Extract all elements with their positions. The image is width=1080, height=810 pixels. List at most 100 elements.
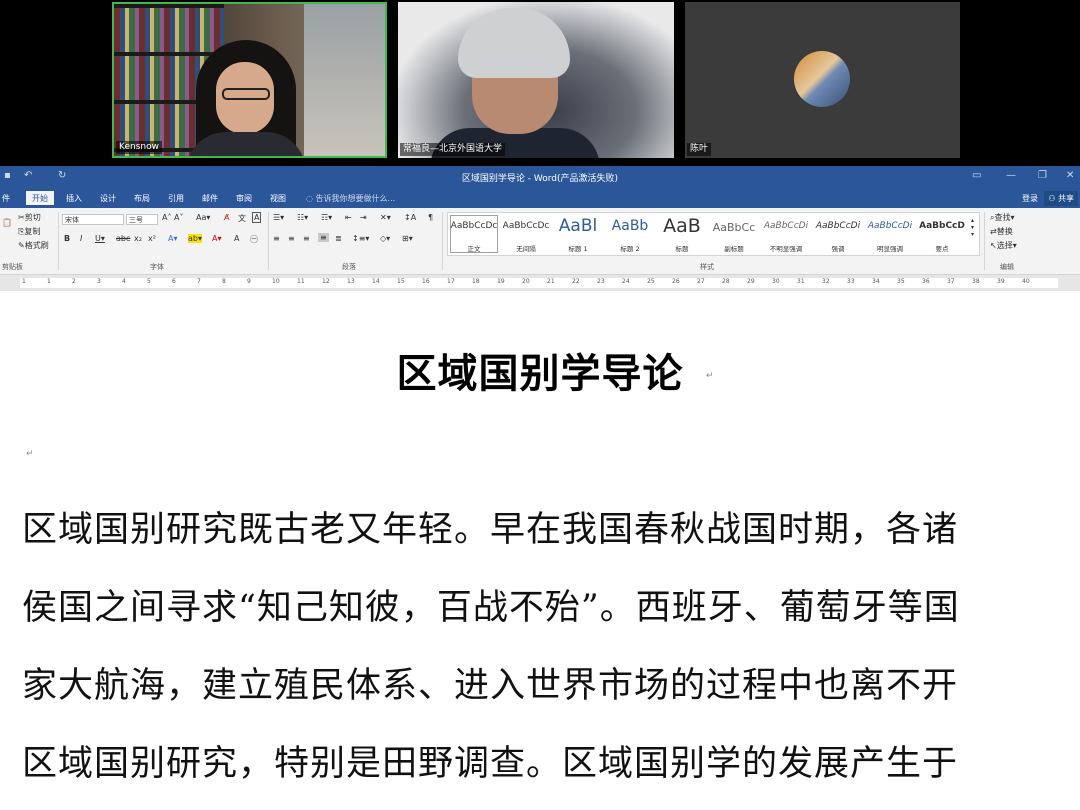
- underline-icon[interactable]: U▾: [95, 234, 105, 243]
- style-subtle-emphasis[interactable]: AaBbCcDi 不明显强调: [760, 213, 812, 255]
- ruler-number: 19: [497, 278, 505, 285]
- video-tile-chenye[interactable]: 陈叶: [685, 2, 960, 158]
- style-intense-emphasis[interactable]: AaBbCcDi 明显强调: [864, 213, 916, 255]
- style-emphasis[interactable]: AaBbCcDi 强调: [812, 213, 864, 255]
- style-no-spacing[interactable]: AaBbCcDc 无间隔: [500, 213, 552, 255]
- word-window: ▪ ↶ ↻ 区域国别学导论 - Word(产品激活失败) ▭ — ❐ ✕ 件 开…: [0, 166, 1080, 810]
- style-heading-2[interactable]: AaBb 标题 2: [604, 213, 656, 255]
- ruler-number: 39: [997, 278, 1005, 285]
- ribbon: 📋 ✂剪切 ⎘复制 ✎格式刷 剪贴板 宋体 三号 A˄ A˅ Aa▾ A̸ 文 …: [0, 208, 1080, 275]
- copy-button[interactable]: ⎘复制: [18, 226, 40, 237]
- enclose-char-icon[interactable]: ㊀: [250, 234, 258, 245]
- tab-mailings[interactable]: 邮件: [202, 193, 218, 204]
- video-tile-kensnow[interactable]: Kensnow: [112, 2, 387, 158]
- login-link[interactable]: 登录: [1022, 193, 1038, 204]
- ruler-number: 35: [897, 278, 905, 285]
- video-tile-speaker[interactable]: 常福良—北京外国语大学: [398, 2, 674, 158]
- tab-references[interactable]: 引用: [168, 193, 184, 204]
- tab-view[interactable]: 视图: [270, 193, 286, 204]
- ruler-number: 2: [72, 278, 76, 285]
- style-title[interactable]: AaB 标题: [656, 213, 708, 255]
- ribbon-display-icon[interactable]: ▭: [972, 170, 981, 181]
- ruler-number: 31: [797, 278, 805, 285]
- highlight-icon[interactable]: ab▾: [188, 234, 202, 243]
- show-marks-icon[interactable]: ¶: [428, 213, 433, 222]
- align-right-icon[interactable]: ≡: [303, 234, 310, 243]
- tab-layout[interactable]: 布局: [134, 193, 150, 204]
- decrease-indent-icon[interactable]: ⇤: [345, 213, 352, 222]
- select-label: 选择: [996, 241, 1013, 250]
- document-page[interactable]: 区域国别学导论 ↵ ↵ 区域国别研究既古老又年轻。早在我国春秋战国时期，各诸 侯…: [0, 291, 1080, 810]
- tell-me-search[interactable]: ◌ 告诉我你想要做什么...: [306, 193, 395, 204]
- ruler-number: 32: [822, 278, 830, 285]
- align-center-icon[interactable]: ≡: [288, 234, 295, 243]
- style-name: 无间隔: [516, 245, 536, 253]
- horizontal-ruler[interactable]: 1 1 2 3 4 5 6 7 8 9 10 11 12 13 14 15 16 17 18 19 20 21 22 23 24…: [0, 275, 1080, 292]
- tab-home[interactable]: 开始: [26, 191, 54, 205]
- chinese-layout-icon[interactable]: ✕▾: [380, 213, 391, 222]
- superscript-icon[interactable]: x²: [148, 234, 156, 243]
- select-button[interactable]: ↖选择▾: [990, 240, 1017, 251]
- title-bar: ▪ ↶ ↻ 区域国别学导论 - Word(产品激活失败) ▭ — ❐ ✕: [0, 166, 1080, 188]
- bullets-icon[interactable]: ☰▾: [273, 213, 284, 222]
- paragraph-mark: ↵: [26, 449, 34, 459]
- subscript-icon[interactable]: x₂: [134, 234, 142, 243]
- shading-icon[interactable]: ◇▾: [380, 234, 390, 243]
- clear-format-icon[interactable]: A̸: [224, 213, 229, 222]
- participant-video: [430, 8, 600, 158]
- char-shading-icon[interactable]: A: [234, 234, 239, 243]
- video-gallery: Kensnow 常福良—北京外国语大学 陈叶: [0, 0, 1080, 166]
- ruler-number: 28: [722, 278, 730, 285]
- paste-icon[interactable]: 📋: [2, 218, 12, 227]
- close-icon[interactable]: ✕: [1066, 170, 1074, 181]
- line-spacing-icon[interactable]: ↕≡▾: [352, 234, 369, 243]
- tab-insert[interactable]: 插入: [66, 193, 82, 204]
- style-heading-1[interactable]: AaBl 标题 1: [552, 213, 604, 255]
- share-button[interactable]: ⚇ 共享: [1044, 191, 1078, 206]
- style-sample: AaBbCc: [712, 221, 756, 234]
- grow-font-icon[interactable]: A˄ A˅: [162, 213, 184, 222]
- ruler-number: 29: [747, 278, 755, 285]
- text-effects-icon[interactable]: A▾: [168, 234, 178, 243]
- numbering-icon[interactable]: ☷▾: [297, 213, 308, 222]
- styles-gallery: AaBbCcDc 正文 AaBbCcDc 无间隔 AaBl 标题 1 AaBb 标题 2…: [447, 212, 980, 256]
- find-button[interactable]: ⌕查找▾: [990, 212, 1015, 223]
- paragraph-mark: ↵: [706, 371, 714, 381]
- group-divider: [984, 212, 985, 270]
- tab-design[interactable]: 设计: [100, 193, 116, 204]
- multilevel-list-icon[interactable]: ☶▾: [321, 213, 332, 222]
- ruler-number: 20: [522, 278, 530, 285]
- sort-icon[interactable]: ↕A: [404, 213, 416, 222]
- font-name-select[interactable]: 宋体: [62, 214, 124, 225]
- style-subtitle[interactable]: AaBbCc 副标题: [708, 213, 760, 255]
- phonetic-icon[interactable]: 文: [238, 213, 246, 224]
- replace-button[interactable]: ⇄替换: [990, 226, 1013, 237]
- font-size-select[interactable]: 三号: [126, 214, 158, 225]
- style-normal[interactable]: AaBbCcDc 正文: [448, 213, 500, 255]
- cut-button[interactable]: ✂剪切: [18, 212, 41, 223]
- maximize-icon[interactable]: ❐: [1038, 170, 1047, 181]
- borders-icon[interactable]: ⊞▾: [402, 234, 413, 243]
- italic-icon[interactable]: I: [80, 234, 82, 243]
- minimize-icon[interactable]: —: [1006, 170, 1016, 181]
- body-line: 侯国之间寻求“知己知彼，百战不殆”。西班牙、葡萄牙等国: [22, 588, 960, 628]
- person-icon: ⚇: [1048, 194, 1058, 203]
- participant-video: [186, 40, 306, 156]
- distributed-icon[interactable]: ≣: [335, 234, 342, 243]
- font-color-icon[interactable]: A▾: [212, 234, 222, 243]
- justify-icon[interactable]: ≡: [318, 233, 329, 242]
- strikethrough-icon[interactable]: abc: [116, 234, 130, 243]
- char-border-icon[interactable]: A: [252, 212, 262, 223]
- format-painter-button[interactable]: ✎格式刷: [18, 240, 49, 251]
- style-strong[interactable]: AaBbCcD 要点: [916, 213, 968, 255]
- tab-review[interactable]: 审阅: [236, 193, 252, 204]
- align-left-icon[interactable]: ≡: [273, 234, 280, 243]
- styles-scroll-icon[interactable]: ▴ ▾ ▾: [971, 217, 974, 238]
- change-case-icon[interactable]: Aa▾: [196, 213, 210, 222]
- increase-indent-icon[interactable]: ⇥: [360, 213, 367, 222]
- bold-icon[interactable]: B: [64, 234, 70, 243]
- tab-file[interactable]: 件: [2, 193, 10, 204]
- ruler-number: 15: [397, 278, 405, 285]
- avatar: [794, 51, 850, 107]
- ruler-scale: 1 1 2 3 4 5 6 7 8 9 10 11 12 13 14 15 16 17 18 19 20 21 22 23 24…: [20, 278, 1058, 288]
